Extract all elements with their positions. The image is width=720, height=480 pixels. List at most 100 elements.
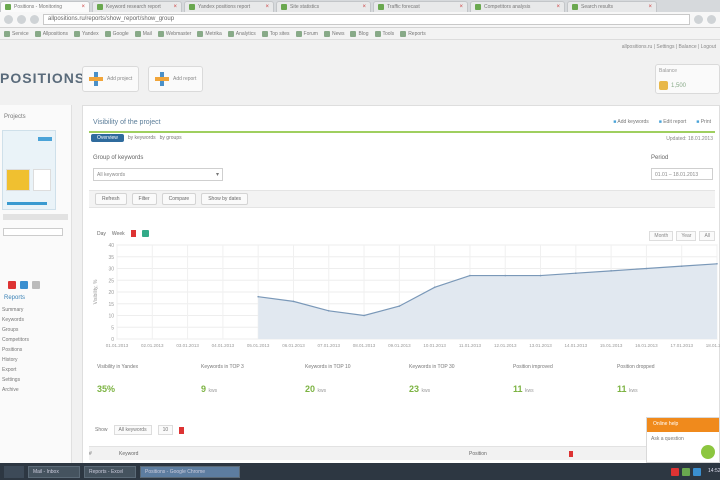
stat-card: Visibility in Yandex 35% <box>97 364 139 394</box>
refresh-button[interactable]: Refresh <box>95 193 127 205</box>
filter-button[interactable]: Filter <box>131 193 157 205</box>
pdf-icon[interactable] <box>8 281 16 289</box>
group-label: Group of keywords <box>93 155 144 161</box>
forward-icon[interactable] <box>17 15 26 24</box>
bookmark[interactable]: Google <box>104 30 129 37</box>
bookmark[interactable]: Metrika <box>197 30 222 37</box>
back-icon[interactable] <box>4 15 13 24</box>
account-links[interactable]: allpositions.ru | Settings | Balance | L… <box>440 44 720 50</box>
add-report-button[interactable]: Add report <box>148 66 204 92</box>
share-icon[interactable] <box>20 281 28 289</box>
day-toggle[interactable]: Day <box>97 231 106 237</box>
start-button[interactable] <box>4 465 24 478</box>
address-bar: allpositions.ru/reports/show_report/show… <box>0 12 720 28</box>
pdf-icon[interactable] <box>179 426 185 434</box>
close-tab-icon[interactable]: × <box>648 4 652 10</box>
sidebar-item[interactable]: Positions <box>0 345 71 355</box>
browser-tab[interactable]: Yandex positions report × <box>184 1 274 12</box>
sidebar-item[interactable]: Export <box>0 365 71 375</box>
data-point <box>327 310 330 312</box>
sidebar: Projects Reports Summary Keywords Groups… <box>0 105 72 480</box>
column-header[interactable]: Position <box>469 451 569 457</box>
site-logo[interactable]: POSITIONS <box>0 70 85 86</box>
bookmark[interactable]: Forum <box>295 30 318 37</box>
x-tick-label: 08.01.2013 <box>353 343 376 348</box>
sidebar-item[interactable]: Settings <box>0 375 71 385</box>
group-select[interactable]: All keywords <box>93 168 223 181</box>
browser-tab[interactable]: Traffic forecast × <box>373 1 468 12</box>
tab-by-groups[interactable]: by groups <box>160 135 182 141</box>
chat-icon[interactable] <box>701 445 715 459</box>
x-tick-label: 16.01.2013 <box>635 343 658 348</box>
close-tab-icon[interactable]: × <box>81 4 85 10</box>
add-keywords-link[interactable]: Add keywords <box>613 119 648 125</box>
bookmark[interactable]: Blog <box>350 30 369 37</box>
close-tab-icon[interactable]: × <box>362 4 366 10</box>
tray-icon[interactable] <box>693 467 701 476</box>
bookmark[interactable]: Analytics <box>227 30 256 37</box>
bookmark[interactable]: Top sites <box>261 30 290 37</box>
taskbar-item[interactable]: Mail - Inbox <box>28 465 80 478</box>
column-header[interactable]: Keyword <box>119 451 469 457</box>
os-taskbar: Mail - Inbox Reports - Excel Positions -… <box>0 463 720 480</box>
sidebar-item[interactable]: Groups <box>0 325 71 335</box>
balance-box[interactable]: Balance 1,500 <box>655 64 720 94</box>
rows-per-page-select[interactable]: 10 <box>157 425 174 435</box>
reload-icon[interactable] <box>30 15 39 24</box>
browser-tab[interactable]: Keyword research report × <box>92 1 182 12</box>
promo-banner[interactable] <box>2 130 56 210</box>
bookmark[interactable]: Allpositions <box>34 30 68 37</box>
sort-icon[interactable] <box>569 450 573 457</box>
sidebar-item[interactable]: Keywords <box>0 315 71 325</box>
tray-icon[interactable] <box>671 467 679 476</box>
sidebar-item[interactable]: Competitors <box>0 335 71 345</box>
url-input[interactable]: allpositions.ru/reports/show_report/show… <box>43 14 690 25</box>
browser-tab[interactable]: Positions - Monitoring × <box>0 1 90 12</box>
project-select[interactable] <box>3 228 63 236</box>
close-tab-icon[interactable]: × <box>556 4 560 10</box>
x-tick-label: 07.01.2013 <box>317 343 340 348</box>
edit-report-link[interactable]: Edit report <box>659 119 686 125</box>
tab-by-keywords[interactable]: by keywords <box>128 135 156 141</box>
taskbar-item[interactable]: Positions - Google Chrome <box>140 465 240 478</box>
tray-icon[interactable] <box>682 467 690 476</box>
week-toggle[interactable]: Week <box>112 231 125 237</box>
close-tab-icon[interactable]: × <box>173 4 177 10</box>
bookmark[interactable]: Reports <box>400 30 426 37</box>
show-by-dates-button[interactable]: Show by dates <box>201 193 249 205</box>
taskbar-item[interactable]: Reports - Excel <box>84 465 136 478</box>
bookmark[interactable]: Yandex <box>73 30 99 37</box>
browser-tab[interactable]: Competitors analysis × <box>470 1 565 12</box>
sidebar-item[interactable]: Archive <box>0 385 71 395</box>
keyword-filter-select[interactable]: All keywords <box>113 425 152 435</box>
tab-overview[interactable]: Overview <box>91 134 124 142</box>
period-input[interactable]: 01.01 – 18.01.2013 <box>651 168 713 180</box>
excel-icon[interactable] <box>141 230 149 237</box>
bookmark-icon <box>400 30 407 37</box>
compare-button[interactable]: Compare <box>161 193 197 205</box>
menu-icon[interactable] <box>707 15 716 24</box>
column-header[interactable]: # <box>89 451 119 457</box>
browser-tabstrip: Positions - Monitoring × Keyword research… <box>0 0 720 12</box>
sidebar-item[interactable]: Summary <box>0 305 71 315</box>
bookmark-icon <box>261 30 268 37</box>
bookmark[interactable]: Mail <box>134 30 152 37</box>
help-widget[interactable]: Online help Ask a question <box>646 417 720 463</box>
sidebar-title: Projects <box>4 114 26 120</box>
add-project-button[interactable]: Add project <box>82 66 140 92</box>
bookmark[interactable]: Tools <box>374 30 394 37</box>
bookmark[interactable]: Webmaster <box>157 30 191 37</box>
close-tab-icon[interactable]: × <box>265 4 269 10</box>
close-tab-icon[interactable]: × <box>459 4 463 10</box>
sidebar-item[interactable]: History <box>0 355 71 365</box>
bookmark[interactable]: News <box>323 30 344 37</box>
bookmark[interactable]: Service <box>4 30 29 37</box>
x-tick-label: 18.01.2013 <box>706 343 720 348</box>
star-icon[interactable] <box>694 15 703 24</box>
browser-tab[interactable]: Search results × <box>567 1 657 12</box>
tab-favicon-icon <box>572 4 578 10</box>
pdf-icon[interactable] <box>130 230 136 237</box>
browser-tab[interactable]: Site statistics × <box>276 1 371 12</box>
print-icon[interactable] <box>32 281 40 289</box>
print-link[interactable]: Print <box>696 119 711 125</box>
